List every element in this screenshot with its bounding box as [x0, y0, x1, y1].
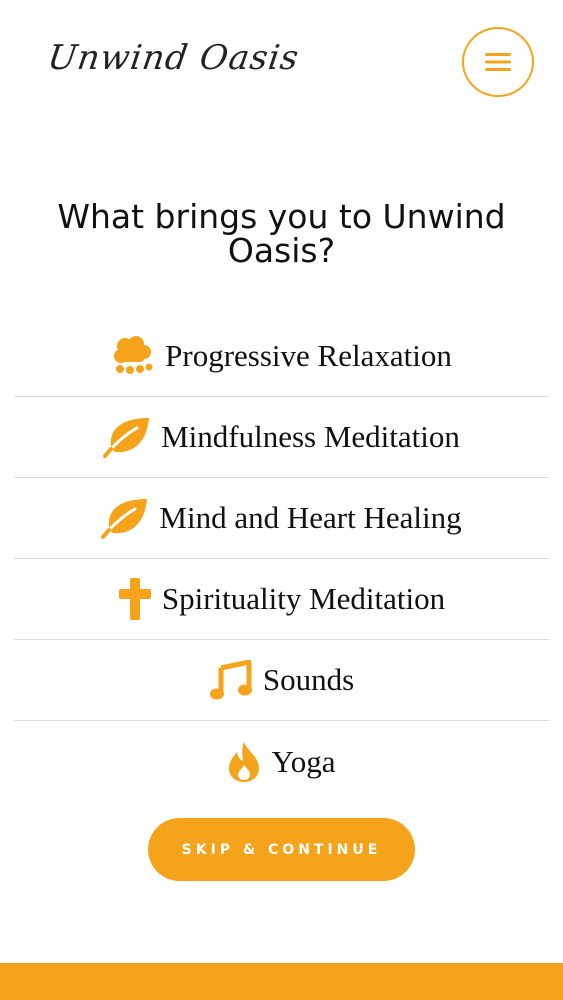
option-label: Spirituality Meditation — [161, 581, 446, 616]
flame-icon — [227, 741, 261, 783]
option-label: Yoga — [271, 743, 336, 779]
footer-bar — [0, 963, 563, 1000]
option-progressive-relaxation[interactable]: Progressive Relaxation — [14, 316, 549, 397]
option-label: Progressive Relaxation — [165, 338, 452, 373]
leaf-icon — [101, 497, 149, 539]
option-label: Mind and Heart Healing — [159, 500, 462, 535]
options-list: Progressive Relaxation Mindfulness Medit… — [14, 316, 549, 802]
menu-button[interactable] — [462, 27, 534, 97]
cross-icon — [118, 578, 152, 620]
skip-continue-button[interactable]: SKIP & CONTINUE — [148, 818, 415, 881]
option-label: Sounds — [262, 662, 355, 697]
logo[interactable]: Unwind Oasis — [45, 38, 302, 78]
leaf-icon — [103, 416, 151, 458]
page-title: What brings you to Unwind Oasis? — [57, 197, 506, 270]
music-note-icon — [209, 660, 253, 700]
hamburger-menu-icon — [485, 53, 511, 71]
option-spirituality-meditation[interactable]: Spirituality Meditation — [14, 559, 549, 640]
option-yoga[interactable]: Yoga — [14, 721, 549, 802]
option-sounds[interactable]: Sounds — [14, 640, 549, 721]
option-mindfulness-meditation[interactable]: Mindfulness Meditation — [14, 397, 549, 478]
option-label: Mindfulness Meditation — [161, 419, 460, 454]
brain-icon — [111, 336, 155, 376]
header: Unwind Oasis — [0, 0, 563, 130]
option-mind-and-heart-healing[interactable]: Mind and Heart Healing — [14, 478, 549, 559]
